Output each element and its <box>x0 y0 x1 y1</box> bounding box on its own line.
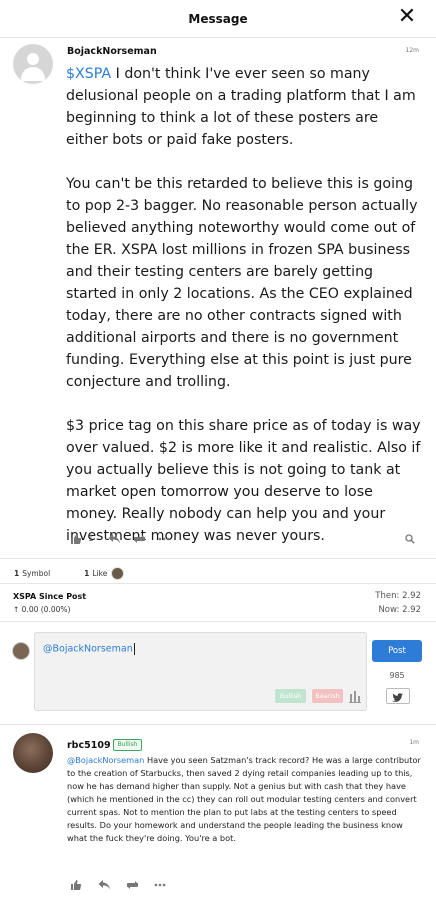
more-options-button[interactable] <box>154 883 166 887</box>
reply-username[interactable]: rbc5109 <box>67 740 111 751</box>
like-stat-count: 1 <box>84 569 90 578</box>
like-label[interactable]: Like <box>92 569 107 578</box>
thumbs-up-icon <box>71 534 82 544</box>
symbol-label[interactable]: Symbol <box>22 569 50 578</box>
liker-avatar[interactable] <box>111 567 125 580</box>
then-price: Then: 2.92 <box>375 591 421 601</box>
twitter-share-button[interactable] <box>386 688 410 704</box>
post-paragraph: $XSPA I don't think I've ever seen so ma… <box>66 66 416 148</box>
modal-title: Message <box>188 12 248 26</box>
post-actions: 1 <box>70 531 170 547</box>
like-button[interactable]: 1 <box>70 533 94 545</box>
reshare-icon <box>133 535 145 543</box>
chart-icon[interactable] <box>349 689 361 703</box>
reply-icon <box>98 880 110 890</box>
twitter-icon <box>392 693 403 702</box>
more-icon <box>158 537 170 541</box>
symbol-count: 1 <box>14 569 20 578</box>
search-button[interactable] <box>405 534 415 544</box>
post-paragraph: $3 price tag on this share price as of t… <box>66 418 421 544</box>
post-paragraph: You can't be this retarded to believe th… <box>66 176 418 390</box>
modal-header: Message ✕ <box>0 0 436 38</box>
text-caret <box>133 643 135 655</box>
now-price: Now: 2.92 <box>378 605 421 615</box>
bearish-button[interactable]: Bearish <box>312 689 343 703</box>
avatar[interactable] <box>13 44 53 84</box>
more-options-button[interactable] <box>158 537 170 541</box>
post-timestamp: 12m <box>405 47 419 54</box>
reply-timestamp: 1m <box>409 739 419 746</box>
thumbs-up-icon <box>71 880 82 890</box>
divider <box>0 724 436 725</box>
reshare-icon <box>127 881 138 889</box>
reply-actions <box>70 877 166 893</box>
reply-input[interactable]: @BojackNorseman Bullish Bearish <box>34 632 367 711</box>
reshare-button[interactable] <box>133 533 146 545</box>
compose-avatar <box>12 642 30 660</box>
post-button[interactable]: Post <box>372 640 422 662</box>
post-username[interactable]: BojackNorseman <box>67 46 157 57</box>
mention-link[interactable]: @BojackNorseman <box>67 755 144 765</box>
reply-avatar[interactable] <box>13 733 53 773</box>
close-icon[interactable]: ✕ <box>396 6 418 28</box>
bullish-button[interactable]: Bullish <box>275 689 306 703</box>
since-post-title: XSPA Since Post <box>13 592 87 601</box>
character-count: 985 <box>389 671 405 680</box>
reply-button[interactable] <box>108 533 121 545</box>
divider <box>0 583 436 584</box>
reply-button[interactable] <box>98 879 111 891</box>
like-count: 1 <box>88 534 94 544</box>
sentiment-badge: Bullish <box>113 739 142 751</box>
since-post-change: ↑ 0.00 (0.00%) <box>13 605 71 614</box>
search-icon <box>405 534 415 544</box>
reply-body: @BojackNorseman Have you seen Satzman's … <box>67 755 421 843</box>
post-body: $XSPA I don't think I've ever seen so ma… <box>66 63 424 547</box>
divider <box>0 558 436 559</box>
more-icon <box>154 883 166 887</box>
cashtag-link[interactable]: $XSPA <box>66 66 111 82</box>
reply-icon <box>108 534 120 544</box>
post-stats: 1 Symbol 1 Like <box>14 567 125 580</box>
like-button[interactable] <box>70 879 82 891</box>
divider <box>0 621 436 622</box>
compose-mention: @BojackNorseman <box>43 643 133 655</box>
reshare-button[interactable] <box>126 879 139 891</box>
